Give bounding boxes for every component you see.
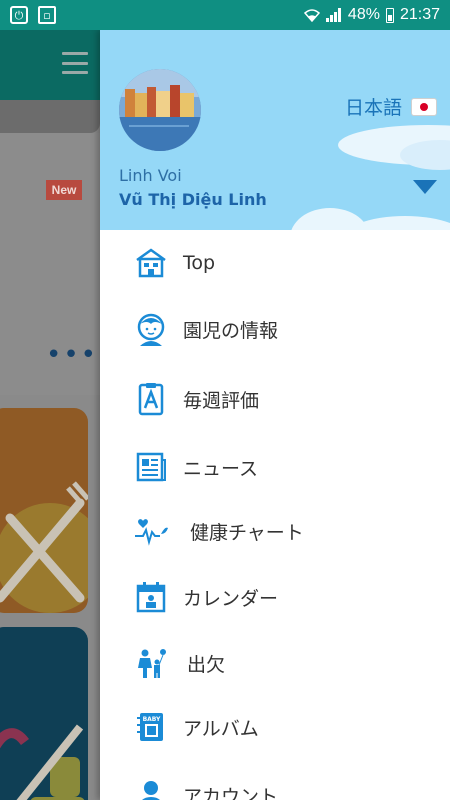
menu-item-top[interactable]: Top bbox=[100, 230, 450, 296]
heartbeat-chart-icon bbox=[135, 519, 168, 546]
menu-item-album[interactable]: BABY アルバム bbox=[100, 694, 450, 760]
chevron-down-icon[interactable] bbox=[412, 178, 438, 196]
toilet-icon bbox=[0, 724, 85, 800]
baby-album-icon: BABY bbox=[137, 713, 163, 741]
menu-label-attendance: 出欠 bbox=[187, 653, 226, 676]
menu-label-health-chart: 健康チャート bbox=[190, 521, 304, 544]
menu-label-album: アルバム bbox=[183, 717, 259, 740]
menu-item-attendance[interactable]: 出欠 bbox=[100, 630, 450, 696]
background-tab-strip bbox=[0, 100, 100, 133]
school-house-icon bbox=[136, 248, 166, 278]
more-icon[interactable]: ••• bbox=[46, 342, 98, 368]
language-selector[interactable]: 日本語 bbox=[345, 93, 436, 120]
svg-text:BABY: BABY bbox=[143, 716, 161, 723]
menu-label-calendar: カレンダー bbox=[183, 587, 279, 610]
menu-label-child-info: 園児の情報 bbox=[183, 319, 279, 342]
clock: 21:37 bbox=[399, 6, 440, 23]
battery-icon bbox=[385, 7, 394, 23]
menu-item-weekly-evaluation[interactable]: 毎週評価 bbox=[100, 366, 450, 432]
drawer-header: 日本語 Linh Voi Vũ Thị Diệu Linh bbox=[100, 30, 450, 230]
menu-label-top: Top bbox=[183, 252, 216, 274]
menu-item-calendar[interactable]: カレンダー bbox=[100, 564, 450, 630]
child-face-icon bbox=[137, 313, 165, 346]
hamburger-menu-icon[interactable] bbox=[62, 52, 88, 74]
menu-item-health-chart[interactable]: 健康チャート bbox=[100, 498, 450, 564]
navigation-drawer: 日本語 Linh Voi Vũ Thị Diệu Linh Top 園児の情報 … bbox=[100, 30, 450, 800]
menu-item-child-info[interactable]: 園児の情報 bbox=[100, 296, 450, 362]
menu-label-weekly-evaluation: 毎週評価 bbox=[183, 389, 260, 412]
meal-tile[interactable] bbox=[0, 408, 88, 613]
screenshot-icon: ▫ bbox=[38, 6, 56, 24]
menu-label-account: アカウント bbox=[183, 785, 279, 800]
city-photo bbox=[119, 69, 201, 151]
background-app[interactable]: New ••• bbox=[0, 30, 100, 800]
background-header bbox=[0, 30, 100, 100]
attendance-family-icon bbox=[138, 649, 166, 678]
new-badge: New bbox=[46, 180, 82, 200]
newspaper-icon bbox=[136, 452, 166, 482]
status-bar: ⏻ ▫ 48% 21:37 bbox=[0, 0, 450, 30]
user-name: Linh Voi bbox=[119, 166, 182, 185]
clipboard-grade-icon bbox=[138, 383, 164, 416]
calendar-icon bbox=[136, 582, 166, 613]
menu-item-account[interactable]: アカウント bbox=[100, 762, 450, 800]
signal-icon bbox=[325, 8, 341, 22]
power-icon: ⏻ bbox=[10, 6, 28, 24]
user-full-name: Vũ Thị Diệu Linh bbox=[119, 190, 267, 209]
menu-item-news[interactable]: ニュース bbox=[100, 434, 450, 500]
japan-flag-icon bbox=[412, 98, 436, 115]
menu-label-news: ニュース bbox=[183, 457, 259, 480]
account-person-icon bbox=[142, 781, 160, 800]
language-label: 日本語 bbox=[344, 97, 402, 119]
battery-percent: 48% bbox=[347, 6, 380, 23]
toilet-tile[interactable] bbox=[0, 627, 88, 800]
wifi-icon bbox=[303, 9, 320, 22]
avatar[interactable] bbox=[119, 69, 201, 151]
fork-knife-icon bbox=[0, 481, 88, 613]
